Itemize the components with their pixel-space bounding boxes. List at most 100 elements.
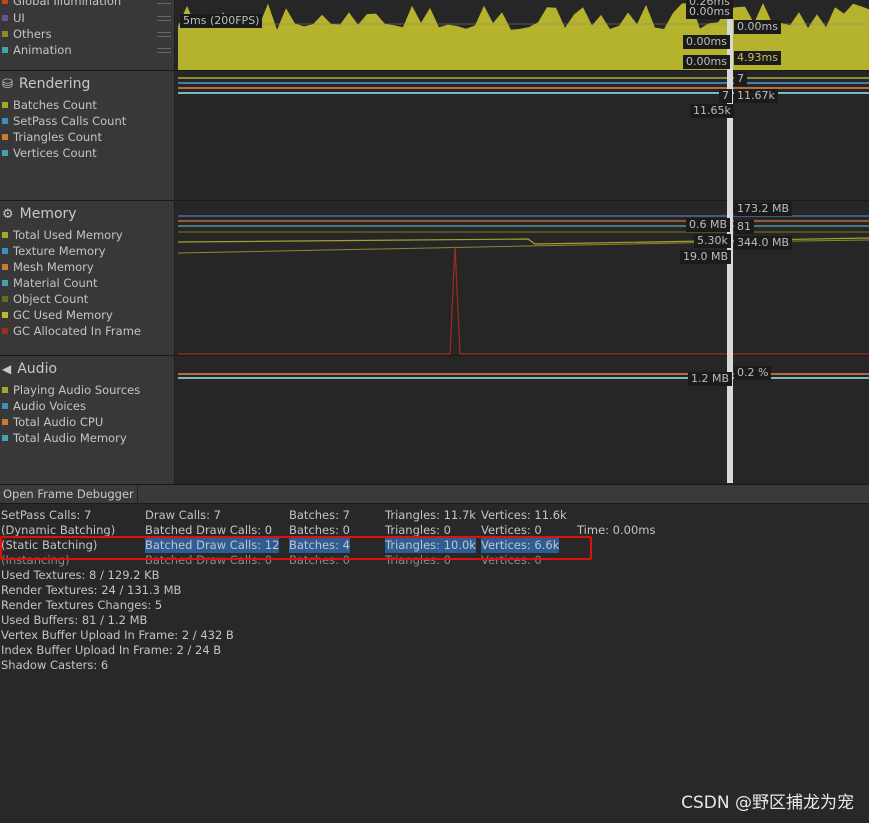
fps-marker: 5ms (200FPS) <box>180 14 263 28</box>
legend-swatch <box>2 102 8 108</box>
stats-line: Render Textures: 24 / 131.3 MB <box>1 583 182 597</box>
legend-item[interactable]: Texture Memory <box>0 244 106 258</box>
section-title: Audio <box>17 361 58 377</box>
legend-label: Object Count <box>13 292 89 306</box>
memory-chart[interactable] <box>176 201 869 356</box>
legend-item[interactable]: Audio Voices <box>0 399 86 413</box>
value-tag: 19.0 MB <box>680 250 732 264</box>
legend-item[interactable]: Global Illumination <box>0 0 175 8</box>
legend-swatch <box>2 134 8 140</box>
legend-item[interactable]: Playing Audio Sources <box>0 383 140 397</box>
legend-item[interactable]: Others <box>0 27 175 41</box>
value-tag: 11.65k <box>690 104 734 118</box>
chip-icon: ⚙ <box>2 206 14 222</box>
legend-label: Triangles Count <box>13 130 102 144</box>
legend-swatch <box>2 296 8 302</box>
legend-item[interactable]: Animation <box>0 43 175 57</box>
legend-swatch <box>2 435 8 441</box>
legend-label: Total Audio CPU <box>13 415 104 429</box>
value-tag: 0.00ms <box>683 55 730 69</box>
drag-handle-icon[interactable] <box>157 31 171 37</box>
legend-swatch <box>2 419 8 425</box>
legend-label: SetPass Calls Count <box>13 114 127 128</box>
legend-swatch <box>2 328 8 334</box>
legend-swatch <box>2 0 8 4</box>
rendering-header[interactable]: ⛁ Rendering <box>2 76 90 92</box>
legend-item[interactable]: Total Used Memory <box>0 228 123 242</box>
legend-label: GC Used Memory <box>13 308 113 322</box>
legend-label: Batches Count <box>13 98 97 112</box>
value-tag: 81 <box>734 220 754 234</box>
legend-item[interactable]: Material Count <box>0 276 98 290</box>
stats-cell: Vertices: 11.6k <box>481 508 567 522</box>
legend-label: Vertices Count <box>13 146 97 160</box>
rendering-legend-panel: ⛁ Rendering Batches Count SetPass Calls C… <box>0 71 175 201</box>
legend-item[interactable]: GC Used Memory <box>0 308 113 322</box>
section-title: Memory <box>19 206 77 222</box>
legend-item[interactable]: Triangles Count <box>0 130 102 144</box>
stats-line: Index Buffer Upload In Frame: 2 / 24 B <box>1 643 222 657</box>
stats-cell: Draw Calls: 7 <box>145 508 221 522</box>
value-tag: 0.00ms <box>686 5 733 19</box>
legend-item[interactable]: UI <box>0 11 175 25</box>
legend-item[interactable]: Object Count <box>0 292 88 306</box>
stats-cell: SetPass Calls: 7 <box>1 508 92 522</box>
watermark: CSDN @野区捕龙为宠 <box>681 793 854 813</box>
batches-line <box>178 77 869 79</box>
value-tag: 0.00ms <box>683 35 730 49</box>
legend-label: Animation <box>13 43 72 57</box>
annotation-highlight-box <box>0 536 592 560</box>
stats-cell: Batches: 7 <box>289 508 350 522</box>
legend-label: Mesh Memory <box>13 260 94 274</box>
value-tag: 344.0 MB <box>734 236 793 250</box>
rendering-icon: ⛁ <box>2 76 13 92</box>
open-frame-debugger-button[interactable]: Open Frame Debugger <box>0 485 138 504</box>
legend-swatch <box>2 118 8 124</box>
audio-legend-panel: ◀ Audio Playing Audio Sources Audio Voice… <box>0 356 175 484</box>
stats-row: SetPass Calls: 7 Draw Calls: 7 Batches: 7 T… <box>0 508 869 523</box>
legend-swatch <box>2 312 8 318</box>
section-title: Rendering <box>18 76 91 92</box>
profiler-details-toolbar: Open Frame Debugger <box>0 484 869 504</box>
legend-item[interactable]: Mesh Memory <box>0 260 94 274</box>
legend-label: Texture Memory <box>13 244 106 258</box>
memory-header[interactable]: ⚙ Memory <box>2 206 77 222</box>
legend-label: Total Used Memory <box>13 228 123 242</box>
drag-handle-icon[interactable] <box>157 47 171 53</box>
stats-line: Render Textures Changes: 5 <box>1 598 163 612</box>
memory-legend-panel: ⚙ Memory Total Used Memory Texture Memory… <box>0 201 175 356</box>
legend-item[interactable]: Vertices Count <box>0 146 97 160</box>
drag-handle-icon[interactable] <box>157 15 171 21</box>
legend-swatch <box>2 31 8 37</box>
gc-alloc-line <box>178 245 869 355</box>
legend-item[interactable]: GC Allocated In Frame <box>0 324 141 338</box>
legend-swatch <box>2 403 8 409</box>
legend-label: Audio Voices <box>13 399 86 413</box>
setpass-line <box>178 82 869 84</box>
stats-line: Vertex Buffer Upload In Frame: 2 / 432 B <box>1 628 234 642</box>
value-tag: 0.00ms <box>734 20 781 34</box>
stats-cell: Triangles: 11.7k <box>385 508 476 522</box>
legend-label: Others <box>13 27 52 41</box>
legend-swatch <box>2 387 8 393</box>
value-tag: 0.2 % <box>734 366 772 380</box>
legend-item[interactable]: Total Audio Memory <box>0 431 127 445</box>
value-tag: 1.2 MB <box>688 372 733 386</box>
audio-header[interactable]: ◀ Audio <box>2 361 57 377</box>
legend-swatch <box>2 248 8 254</box>
speaker-icon: ◀ <box>2 362 12 376</box>
legend-swatch <box>2 150 8 156</box>
legend-label: Material Count <box>13 276 98 290</box>
stats-line: Used Buffers: 81 / 1.2 MB <box>1 613 148 627</box>
legend-label: Global Illumination <box>13 0 122 8</box>
legend-item[interactable]: Batches Count <box>0 98 97 112</box>
legend-label: UI <box>13 11 25 25</box>
legend-item[interactable]: Total Audio CPU <box>0 415 103 429</box>
cpu-legend-panel: Global Illumination UI Others Animation <box>0 0 175 71</box>
value-tag: 5.30k <box>694 234 731 248</box>
legend-item[interactable]: SetPass Calls Count <box>0 114 126 128</box>
value-tag: 4.93ms <box>734 51 781 65</box>
legend-swatch <box>2 15 8 21</box>
value-tag: 7 <box>734 72 747 86</box>
drag-handle-icon[interactable] <box>157 0 171 4</box>
